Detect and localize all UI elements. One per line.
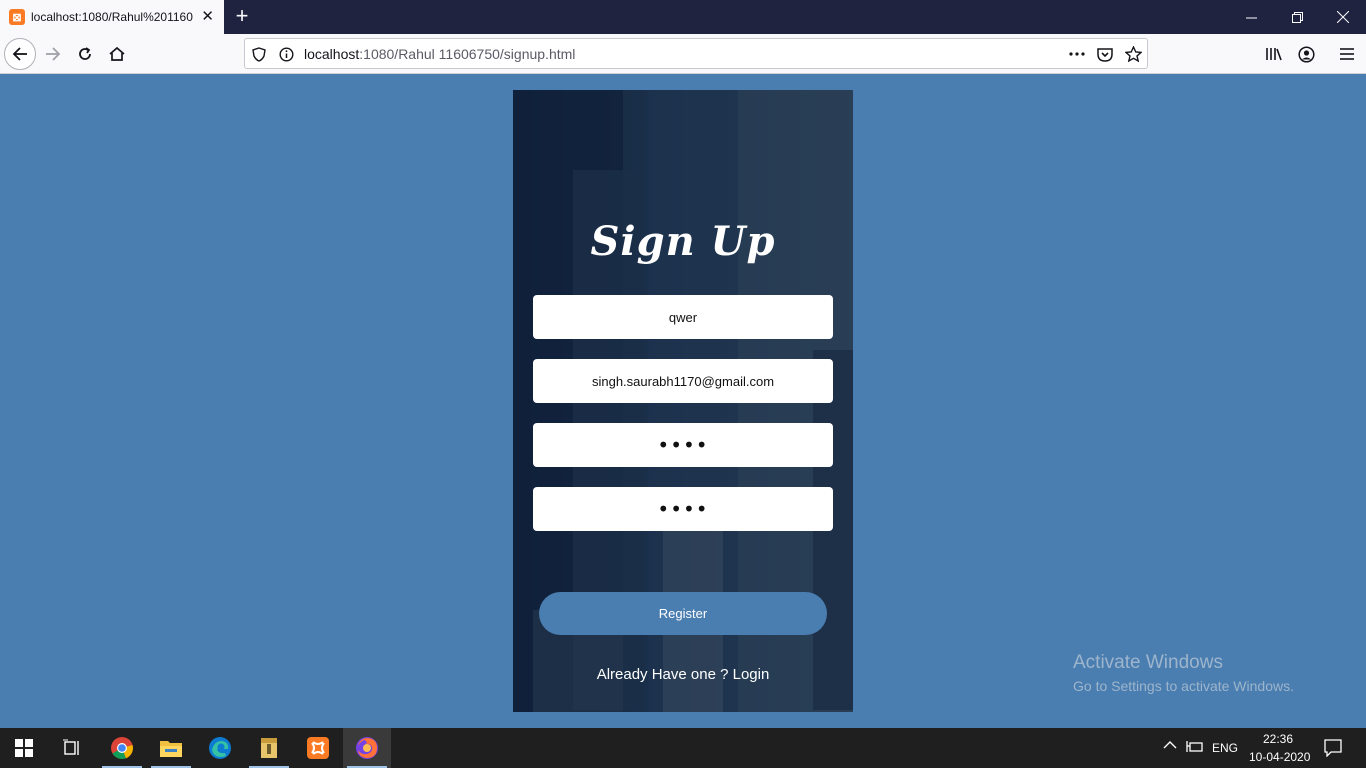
chevron-up-icon (1163, 741, 1177, 749)
app-menu-button[interactable] (1331, 38, 1363, 70)
new-tab-button[interactable]: + (231, 5, 253, 27)
star-icon[interactable] (1124, 45, 1142, 63)
page-title: Sign Up (590, 218, 776, 265)
email-field[interactable]: singh.saurabh1170@gmail.com (533, 359, 833, 403)
forward-button[interactable] (37, 38, 69, 70)
network-button[interactable] (1186, 740, 1204, 757)
tab-strip: ⊠ localhost:1080/Rahul%2011606750/signup… (0, 0, 1366, 34)
tab-title: localhost:1080/Rahul%2011606750/signup.h… (31, 10, 193, 24)
xampp-icon (307, 737, 329, 759)
back-button[interactable] (4, 38, 36, 70)
file-explorer-icon (160, 741, 182, 757)
restore-window-button[interactable] (1274, 0, 1320, 34)
chrome-icon (111, 737, 133, 760)
taskbar-edge[interactable] (196, 728, 244, 768)
library-button[interactable] (1258, 38, 1290, 70)
back-arrow-icon (12, 47, 27, 61)
windows-start-icon (15, 739, 33, 757)
watermark-title: Activate Windows (1073, 652, 1223, 673)
login-link[interactable]: Already Have one ? Login (513, 666, 853, 683)
more-icon[interactable] (1068, 45, 1086, 63)
home-icon (109, 46, 125, 61)
minimize-icon (1245, 17, 1257, 18)
browser-tab[interactable]: ⊠ localhost:1080/Rahul%2011606750/signup… (0, 0, 224, 34)
forward-arrow-icon (46, 47, 61, 61)
tab-close-icon[interactable]: ✕ (201, 9, 214, 25)
clock-date[interactable]: 10-04-2020 (1249, 750, 1310, 764)
show-hidden-icons-button[interactable] (1163, 739, 1177, 753)
reload-button[interactable] (69, 38, 101, 70)
xampp-favicon-icon: ⊠ (9, 9, 25, 25)
network-icon (1186, 741, 1203, 752)
taskbar-xampp[interactable] (294, 728, 342, 768)
confirm-password-field[interactable]: •••• (533, 487, 833, 531)
register-button[interactable]: Register (539, 592, 827, 635)
home-button[interactable] (101, 38, 133, 70)
address-bar[interactable]: localhost:1080/Rahul 11606750/signup.htm… (244, 38, 1148, 69)
info-icon[interactable] (277, 45, 295, 63)
windows-taskbar: ENG 22:36 10-04-2020 (0, 728, 1366, 768)
watermark-subtitle: Go to Settings to activate Windows. (1073, 678, 1294, 694)
input-language[interactable]: ENG (1212, 741, 1238, 755)
close-window-button[interactable] (1320, 0, 1366, 34)
notification-icon (1324, 739, 1342, 758)
taskbar-file-explorer[interactable] (147, 728, 195, 768)
restore-icon (1291, 11, 1303, 23)
pocket-icon[interactable] (1096, 45, 1114, 63)
url-path: :1080/Rahul 11606750/signup.html (359, 46, 576, 62)
start-button[interactable] (0, 728, 48, 768)
taskbar-chrome[interactable] (98, 728, 146, 768)
signup-card: Sign Up qwer singh.saurabh1170@gmail.com… (513, 90, 853, 712)
account-icon (1297, 45, 1315, 63)
taskbar-firefox[interactable] (343, 728, 391, 768)
task-view-icon (63, 739, 79, 755)
reload-icon (79, 47, 91, 60)
account-button[interactable] (1290, 38, 1322, 70)
activate-windows-watermark: Activate Windows Go to Settings to activ… (1073, 652, 1294, 694)
clock-time[interactable]: 22:36 (1263, 732, 1293, 746)
taskbar-archive[interactable] (245, 728, 293, 768)
firefox-icon (356, 737, 378, 759)
password-field[interactable]: •••• (533, 423, 833, 467)
task-view-button[interactable] (48, 728, 96, 768)
url-text[interactable]: localhost:1080/Rahul 11606750/signup.htm… (304, 46, 575, 62)
archive-icon (261, 738, 277, 758)
close-icon (1337, 11, 1349, 23)
edge-icon (209, 737, 231, 759)
menu-icon (1340, 48, 1354, 60)
minimize-window-button[interactable] (1228, 0, 1274, 34)
url-host: localhost (304, 46, 360, 62)
library-icon (1266, 48, 1282, 61)
notifications-button[interactable] (1324, 739, 1342, 760)
shield-icon[interactable] (250, 45, 268, 63)
navigation-toolbar: localhost:1080/Rahul 11606750/signup.htm… (0, 34, 1366, 74)
name-field[interactable]: qwer (533, 295, 833, 339)
